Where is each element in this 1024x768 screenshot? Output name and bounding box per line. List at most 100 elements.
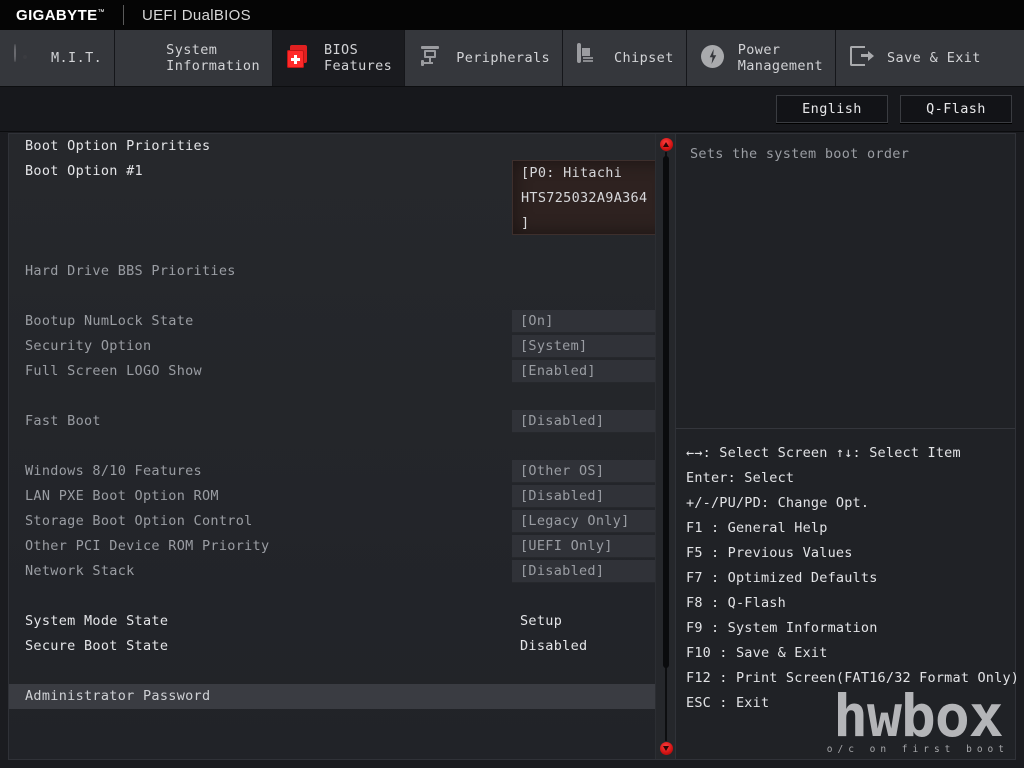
tab-chipset[interactable]: Chipset <box>563 30 687 86</box>
tab-bios-features[interactable]: BIOS Features <box>272 30 406 86</box>
key-legend-line: F8 : Q-Flash <box>686 595 786 611</box>
setting-label: Storage Boot Option Control <box>25 513 253 529</box>
boot-option-value-line: HTS725032A9A364 <box>521 190 648 206</box>
settings-row-spacer <box>9 434 675 459</box>
setting-value[interactable]: [On] <box>512 310 665 333</box>
brand-subtitle: UEFI DualBIOS <box>141 6 251 24</box>
key-legend-line: ESC : Exit <box>686 695 770 711</box>
tab-label: Peripherals <box>456 50 551 66</box>
boot-option-value-line: [P0: Hitachi <box>521 165 623 181</box>
key-legend-line: ←→: Select Screen ↑↓: Select Item <box>686 445 961 461</box>
setting-label: Network Stack <box>25 563 135 579</box>
settings-row[interactable]: Windows 8/10 Features [Other OS] <box>9 459 675 484</box>
setting-value[interactable]: [Other OS] <box>512 460 665 483</box>
tab-label: M.I.T. <box>51 50 103 66</box>
gigabyte-logo: GIGABYTE™ <box>16 6 105 24</box>
help-description: Sets the system boot order <box>690 146 910 162</box>
settings-row[interactable]: LAN PXE Boot Option ROM [Disabled] <box>9 484 675 509</box>
settings-row-spacer <box>9 659 675 684</box>
setting-label: Fast Boot <box>25 413 101 429</box>
qflash-button[interactable]: Q-Flash <box>900 95 1012 123</box>
settings-row[interactable]: Security Option [System] <box>9 334 675 359</box>
settings-row-spacer <box>9 584 675 609</box>
peripherals-icon <box>419 45 445 71</box>
setting-label: Windows 8/10 Features <box>25 463 202 479</box>
boot-option-value-line: ] <box>521 215 530 231</box>
setting-label: Full Screen LOGO Show <box>25 363 202 379</box>
setting-label: Administrator Password <box>25 688 211 704</box>
settings-row[interactable]: Secure Boot State Disabled <box>9 634 675 659</box>
setting-label: Boot Option #1 <box>25 163 143 179</box>
settings-row[interactable]: Bootup NumLock State [On] <box>9 309 675 334</box>
setting-value: Disabled <box>520 638 588 654</box>
setting-label: Hard Drive BBS Priorities <box>25 263 236 279</box>
action-bar: English Q-Flash <box>0 87 1024 132</box>
tab-label: Save & Exit <box>887 50 981 66</box>
gear-icon <box>129 45 155 71</box>
setting-label: Secure Boot State <box>25 638 169 654</box>
key-legend-line: F1 : General Help <box>686 520 828 536</box>
setting-value[interactable]: [Enabled] <box>512 360 665 383</box>
key-legend-line: F5 : Previous Values <box>686 545 853 561</box>
key-legend-line: +/-/PU/PD: Change Opt. <box>686 495 870 511</box>
setting-label: Security Option <box>25 338 152 354</box>
key-legend-line: F9 : System Information <box>686 620 878 636</box>
scroll-up-arrow-icon[interactable] <box>660 138 673 151</box>
setting-label: Bootup NumLock State <box>25 313 194 329</box>
settings-row-spacer <box>9 384 675 409</box>
setting-value[interactable]: [Disabled] <box>512 560 665 583</box>
watermark-tagline: o/c on first boot <box>826 744 1009 755</box>
tab-peripherals[interactable]: Peripherals <box>405 30 564 86</box>
language-button[interactable]: English <box>776 95 888 123</box>
setting-value[interactable]: [Disabled] <box>512 410 665 433</box>
boot-option-1-dropdown[interactable]: [P0: Hitachi HTS725032A9A364] <box>512 160 673 235</box>
tab-system-information[interactable]: System Information <box>115 30 273 86</box>
tab-power-management[interactable]: Power Management <box>686 30 837 86</box>
setting-value[interactable]: [UEFI Only] <box>512 535 665 558</box>
brand-header: GIGABYTE™ UEFI DualBIOS <box>0 0 1024 30</box>
settings-row-spacer <box>9 234 675 259</box>
main-nav-tabs: M.I.T. System Information BIOS Features … <box>0 30 1024 87</box>
settings-row-spacer <box>9 284 675 309</box>
setting-value[interactable]: [System] <box>512 335 665 358</box>
scroll-down-arrow-icon[interactable] <box>660 742 673 755</box>
key-legend-line: F7 : Optimized Defaults <box>686 570 878 586</box>
settings-row[interactable]: Network Stack [Disabled] <box>9 559 675 584</box>
bios-screen: GIGABYTE™ UEFI DualBIOS M.I.T. System In… <box>0 0 1024 768</box>
settings-row[interactable]: Other PCI Device ROM Priority [UEFI Only] <box>9 534 675 559</box>
brand-divider <box>122 5 124 25</box>
key-legend-line: F12 : Print Screen(FAT16/32 Format Only) <box>686 670 1020 686</box>
tab-label: System Information <box>166 42 260 74</box>
tab-label: Power Management <box>737 42 824 74</box>
setting-value[interactable]: [Legacy Only] <box>512 510 665 533</box>
exit-door-icon <box>850 45 876 71</box>
chipset-icon <box>577 43 603 71</box>
tab-mit[interactable]: M.I.T. <box>0 30 116 86</box>
setting-label: Boot Option Priorities <box>25 138 211 154</box>
settings-row[interactable]: Fast Boot [Disabled] <box>9 409 675 434</box>
help-pane: Sets the system boot order ←→: Select Sc… <box>675 134 1020 759</box>
content-area: Boot Option Priorities Boot Option #1 Hard… <box>8 133 1020 760</box>
settings-row[interactable]: Full Screen LOGO Show [Enabled] <box>9 359 675 384</box>
help-divider <box>676 428 1015 429</box>
setting-label: System Mode State <box>25 613 169 629</box>
settings-scrollbar[interactable] <box>655 134 675 759</box>
disc-icon <box>14 44 40 71</box>
tab-save-and-exit[interactable]: Save & Exit <box>836 30 1024 86</box>
settings-row: Boot Option Priorities <box>9 134 675 159</box>
tab-label: BIOS Features <box>323 42 393 74</box>
settings-row[interactable]: Hard Drive BBS Priorities <box>9 259 675 284</box>
settings-pane: Boot Option Priorities Boot Option #1 Hard… <box>9 134 675 759</box>
settings-row[interactable]: Storage Boot Option Control [Legacy Only] <box>9 509 675 534</box>
scrollbar-thumb[interactable] <box>663 156 669 668</box>
key-legend-line: Enter: Select <box>686 470 795 486</box>
settings-row[interactable]: Administrator Password <box>9 684 675 709</box>
setting-value: Setup <box>520 613 563 629</box>
settings-row[interactable]: System Mode State Setup <box>9 609 675 634</box>
bios-chip-icon <box>286 45 313 71</box>
key-legend: ←→: Select Screen ↑↓: Select Item Enter: … <box>686 441 1020 716</box>
key-legend-line: F10 : Save & Exit <box>686 645 828 661</box>
tab-label: Chipset <box>614 50 674 66</box>
setting-label: Other PCI Device ROM Priority <box>25 538 270 554</box>
setting-value[interactable]: [Disabled] <box>512 485 665 508</box>
